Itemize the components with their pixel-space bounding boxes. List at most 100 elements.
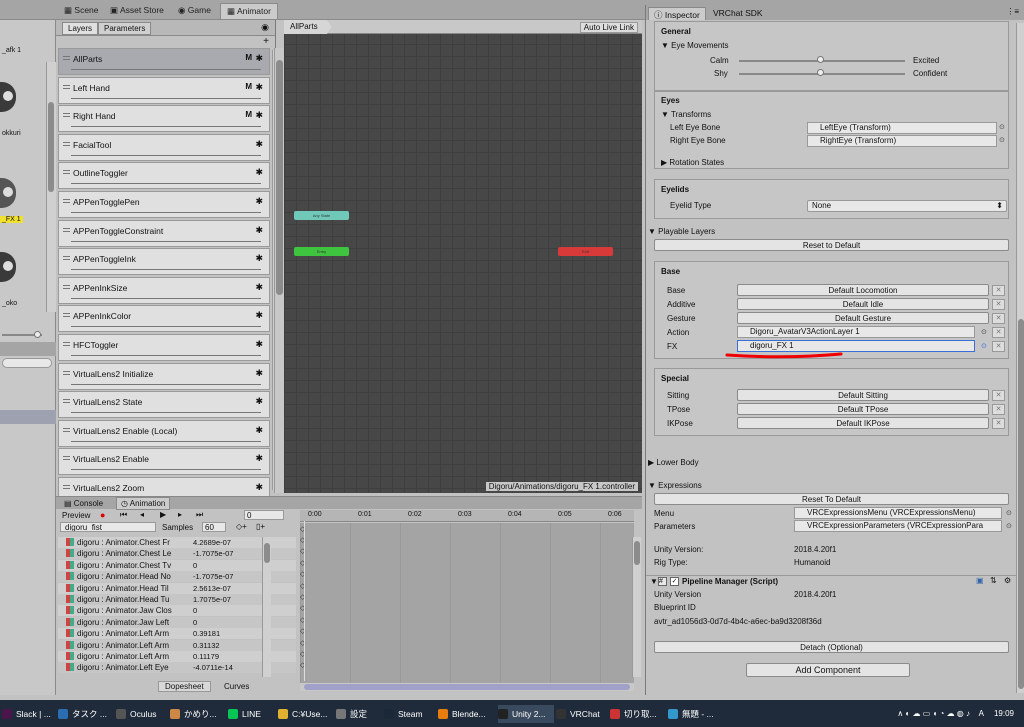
gear-icon[interactable]: ✱ xyxy=(255,196,263,207)
gear-icon[interactable]: ✱ xyxy=(255,139,263,150)
tab-parameters[interactable]: Parameters xyxy=(98,22,152,35)
special-layer-button[interactable]: Default Sitting xyxy=(737,389,989,401)
detach-button[interactable]: Detach (Optional) xyxy=(654,641,1009,653)
expressions-menu-field[interactable]: VRCExpressionsMenu (VRCExpressionsMenu) xyxy=(794,507,1002,519)
reset-expressions-button[interactable]: Reset To Default xyxy=(654,493,1009,505)
property-scrollbar[interactable] xyxy=(262,537,271,677)
gear-icon[interactable]: ✱ xyxy=(255,253,263,264)
object-picker-icon[interactable]: ⊙ xyxy=(1006,522,1012,530)
layer-item[interactable]: OutlineToggler ✱ xyxy=(58,162,270,190)
eye-icon[interactable]: ◉ xyxy=(261,22,269,33)
state-node-entry[interactable]: Entry xyxy=(294,247,349,256)
tab-console[interactable]: ▤ Console xyxy=(64,499,103,508)
property-value[interactable]: 0.39181 xyxy=(193,629,221,639)
property-row[interactable]: digoru : Animator.Left Arm 0.31132 xyxy=(58,639,296,651)
drag-handle-icon[interactable] xyxy=(63,84,70,89)
gear-icon[interactable]: ✱ xyxy=(255,482,263,493)
playable-layers-foldout[interactable]: ▼ Playable Layers xyxy=(648,227,715,236)
preview-button[interactable]: Preview xyxy=(62,511,90,520)
list-item[interactable] xyxy=(0,410,56,424)
right-eye-field[interactable]: RightEye (Transform) xyxy=(807,135,997,147)
drag-handle-icon[interactable] xyxy=(63,170,70,175)
property-value[interactable]: 2.5613e-07 xyxy=(193,583,231,593)
base-layer-button[interactable]: Default Locomotion xyxy=(737,284,989,296)
property-value[interactable]: -1.7075e-07 xyxy=(193,572,234,582)
drag-handle-icon[interactable] xyxy=(63,485,70,489)
special-layer-button[interactable]: Default IKPose xyxy=(737,417,989,429)
taskbar-item[interactable]: タスク ... xyxy=(58,705,114,723)
left-eye-field[interactable]: LeftEye (Transform) xyxy=(807,122,997,134)
drag-handle-icon[interactable] xyxy=(63,399,70,404)
gear-icon[interactable]: ✱ xyxy=(255,396,263,407)
layer-item[interactable]: HFCToggler ✱ xyxy=(58,334,270,361)
property-value[interactable]: 0 xyxy=(193,560,198,570)
clock[interactable]: 19:09 xyxy=(994,709,1014,718)
project-scrollbar[interactable] xyxy=(46,62,56,312)
property-row[interactable]: digoru : Animator.Left Arm 0.39181 xyxy=(58,628,296,640)
slider-knob[interactable] xyxy=(817,69,824,76)
object-picker-icon[interactable]: ⊙ xyxy=(999,136,1005,144)
taskbar-item[interactable]: 設定 xyxy=(336,705,382,723)
asset-thumbnail[interactable] xyxy=(0,252,16,282)
layer-item[interactable]: Right Hand M ✱ xyxy=(58,105,270,133)
layer-item[interactable]: APPenInkColor ✱ xyxy=(58,305,270,333)
taskbar-item[interactable]: C:¥Use... xyxy=(278,705,334,723)
transforms-foldout[interactable]: ▼ Transforms xyxy=(661,110,711,119)
foldout-arrow-icon[interactable]: ▼ xyxy=(650,577,658,586)
dopesheet-hscrollbar[interactable] xyxy=(300,683,634,691)
taskbar-item[interactable]: Unity 2... xyxy=(498,705,554,723)
layer-item[interactable]: VirtualLens2 Enable ✱ xyxy=(58,448,270,476)
tab-game[interactable]: ◉ Game xyxy=(172,3,217,19)
property-row[interactable]: digoru : Animator.Chest Le -1.7075e-07 xyxy=(58,548,296,560)
remove-button[interactable]: ✕ xyxy=(992,404,1005,415)
auto-live-link-button[interactable]: Auto Live Link xyxy=(579,22,638,33)
taskbar-item[interactable]: 無題 - ... xyxy=(668,705,728,723)
layer-item[interactable]: FacialTool ✱ xyxy=(58,133,270,161)
drag-handle-icon[interactable] xyxy=(63,113,70,118)
gear-icon[interactable]: ✱ xyxy=(255,453,263,464)
property-value[interactable]: -4.0711e-14 xyxy=(193,663,233,673)
tab-animation[interactable]: ◷ Animation xyxy=(116,497,171,510)
tab-vrchat-sdk[interactable]: VRChat SDK xyxy=(708,7,768,20)
remove-button[interactable]: ✕ xyxy=(992,390,1005,401)
frame-input[interactable]: 0 xyxy=(244,510,284,520)
remove-button[interactable]: ✕ xyxy=(992,341,1005,352)
layer-item[interactable]: APPenToggleConstraint ✱ xyxy=(58,219,270,247)
remove-button[interactable]: ✕ xyxy=(992,418,1005,429)
input-language[interactable]: A xyxy=(979,709,984,718)
layer-item[interactable]: VirtualLens2 State ✱ xyxy=(58,391,270,419)
property-row[interactable]: digoru : Animator.Left Eye -4.0711e-14 xyxy=(58,662,296,674)
taskbar-item[interactable]: LINE xyxy=(228,705,276,723)
add-layer-button[interactable]: + xyxy=(263,36,269,47)
dopesheet-scrollbar[interactable] xyxy=(632,537,641,677)
property-row[interactable]: digoru : Animator.Jaw Clos 0 xyxy=(58,605,296,617)
taskbar-item[interactable]: Oculus xyxy=(116,705,168,723)
property-value[interactable]: 1.7075e-07 xyxy=(193,595,231,604)
search-input[interactable] xyxy=(2,358,52,368)
record-icon[interactable]: ● xyxy=(100,510,105,520)
layer-item[interactable]: APPenInkSize ✱ xyxy=(58,276,270,304)
expressions-params-field[interactable]: VRCExpressionParameters (VRCExpressionPa… xyxy=(794,520,1002,532)
clip-select[interactable]: digoru_fist xyxy=(60,522,156,532)
property-row[interactable]: digoru : Animator.Chest Tv 0 xyxy=(58,559,296,571)
gear-icon[interactable]: ✱ xyxy=(255,82,263,93)
eyelid-type-select[interactable]: None ⬍ xyxy=(807,200,1007,212)
taskbar-item[interactable]: Steam xyxy=(384,705,436,723)
gear-icon[interactable]: ✱ xyxy=(255,368,263,379)
drag-handle-icon[interactable] xyxy=(63,141,70,146)
property-row[interactable]: digoru : Animator.Left Arm 0.11179 xyxy=(58,651,296,662)
gear-icon[interactable]: ✱ xyxy=(255,225,263,236)
taskbar-item[interactable]: Blende... xyxy=(438,705,496,723)
gear-icon[interactable]: ✱ xyxy=(255,110,263,121)
next-key-icon[interactable]: ▸ xyxy=(178,510,182,519)
graph-left-scrollbar[interactable] xyxy=(274,48,284,493)
property-value[interactable]: 4.2689e-07 xyxy=(193,538,231,547)
object-picker-icon[interactable]: ⊙ xyxy=(981,328,987,336)
gear-icon[interactable]: ✱ xyxy=(255,339,263,350)
gear-icon[interactable]: ✱ xyxy=(255,282,263,293)
property-row[interactable]: digoru : Animator.Chest Fr 4.2689e-07 xyxy=(58,537,296,548)
drag-handle-icon[interactable] xyxy=(63,284,70,289)
object-picker-icon[interactable]: ⊙ xyxy=(1006,509,1012,517)
gear-icon[interactable]: ✱ xyxy=(255,425,263,436)
special-layer-button[interactable]: Default TPose xyxy=(737,403,989,415)
